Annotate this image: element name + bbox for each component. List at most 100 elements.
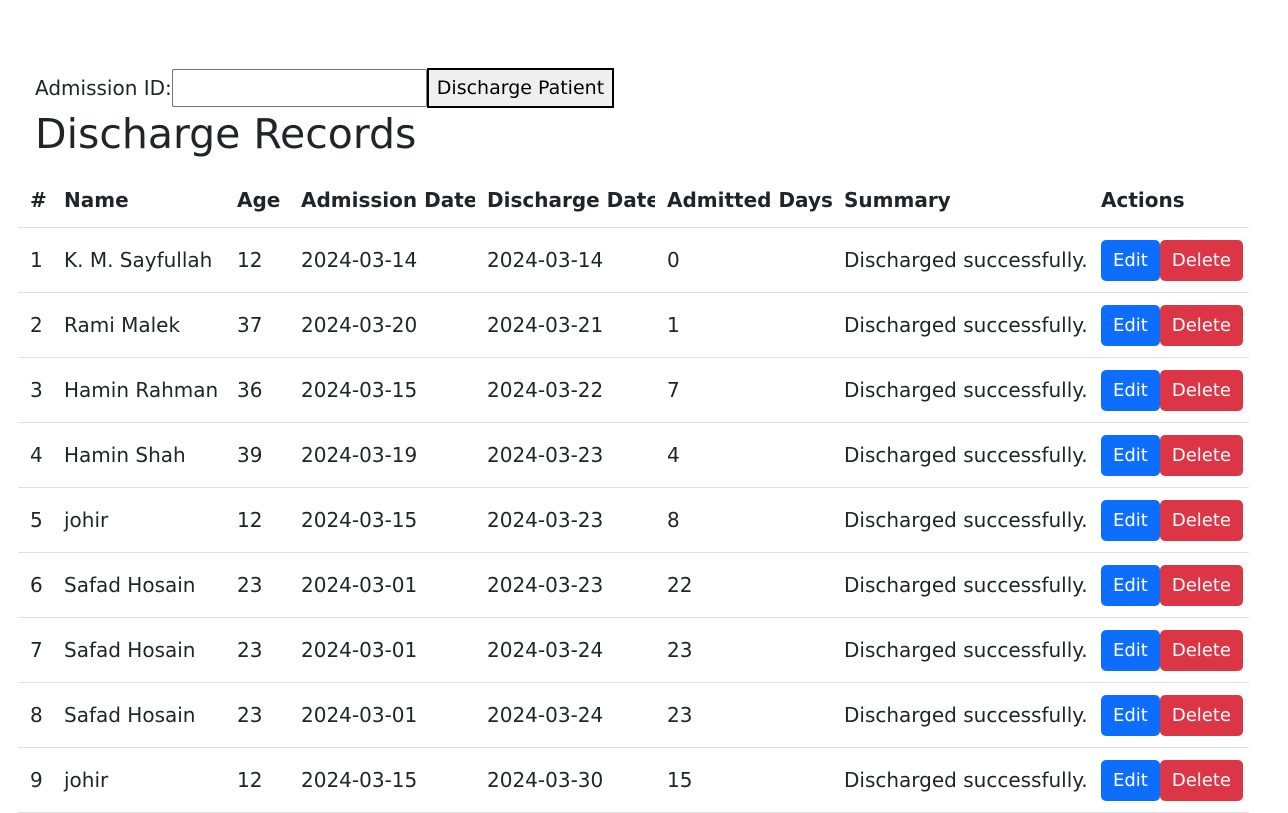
header-discharge-date: Discharge Date bbox=[475, 173, 655, 228]
cell-discharge-date: 2024-03-23 bbox=[475, 487, 655, 553]
cell-discharge-date: 2024-03-22 bbox=[475, 357, 655, 423]
admission-id-label: Admission ID: bbox=[35, 76, 172, 100]
edit-button[interactable]: Edit bbox=[1101, 304, 1160, 346]
cell-name: Rami Malek bbox=[52, 292, 225, 358]
cell-discharge-date: 2024-03-14 bbox=[475, 227, 655, 293]
cell-actions: Edit Delete bbox=[1089, 747, 1249, 813]
cell-actions: Edit Delete bbox=[1089, 227, 1249, 293]
cell-age: 23 bbox=[225, 552, 289, 618]
table-row: 3 Hamin Rahman 36 2024-03-15 2024-03-22 7 Disc… bbox=[18, 357, 1249, 423]
discharge-records-table: # Name Age Admission Date Discharge Date… bbox=[18, 173, 1249, 813]
discharge-patient-button[interactable]: Discharge Patient bbox=[426, 68, 615, 108]
table-row: 8 Safad Hosain 23 2024-03-01 2024-03-24 23 Dis… bbox=[18, 682, 1249, 748]
cell-admission-date: 2024-03-01 bbox=[289, 617, 475, 683]
edit-button[interactable]: Edit bbox=[1101, 694, 1160, 736]
cell-age: 23 bbox=[225, 617, 289, 683]
cell-actions: Edit Delete bbox=[1089, 552, 1249, 618]
delete-button[interactable]: Delete bbox=[1159, 239, 1244, 281]
delete-button[interactable]: Delete bbox=[1159, 629, 1244, 671]
cell-admission-date: 2024-03-15 bbox=[289, 747, 475, 813]
cell-admission-date: 2024-03-15 bbox=[289, 487, 475, 553]
cell-index: 1 bbox=[18, 227, 52, 293]
cell-actions: Edit Delete bbox=[1089, 422, 1249, 488]
cell-admission-date: 2024-03-19 bbox=[289, 422, 475, 488]
cell-age: 36 bbox=[225, 357, 289, 423]
cell-admission-date: 2024-03-14 bbox=[289, 227, 475, 293]
cell-discharge-date: 2024-03-30 bbox=[475, 747, 655, 813]
header-index: # bbox=[18, 173, 52, 228]
cell-index: 5 bbox=[18, 487, 52, 553]
cell-admitted-days: 8 bbox=[655, 487, 832, 553]
cell-name: Safad Hosain bbox=[52, 552, 225, 618]
table-row: 6 Safad Hosain 23 2024-03-01 2024-03-23 22 Dis… bbox=[18, 552, 1249, 618]
delete-button[interactable]: Delete bbox=[1159, 499, 1244, 541]
delete-button[interactable]: Delete bbox=[1159, 304, 1244, 346]
cell-admission-date: 2024-03-20 bbox=[289, 292, 475, 358]
cell-discharge-date: 2024-03-23 bbox=[475, 422, 655, 488]
header-name: Name bbox=[52, 173, 225, 228]
cell-admitted-days: 7 bbox=[655, 357, 832, 423]
cell-admission-date: 2024-03-01 bbox=[289, 682, 475, 748]
header-age: Age bbox=[225, 173, 289, 228]
cell-age: 12 bbox=[225, 227, 289, 293]
cell-name: Safad Hosain bbox=[52, 617, 225, 683]
cell-discharge-date: 2024-03-23 bbox=[475, 552, 655, 618]
cell-name: K. M. Sayfullah bbox=[52, 227, 225, 293]
delete-button[interactable]: Delete bbox=[1159, 369, 1244, 411]
delete-button[interactable]: Delete bbox=[1159, 759, 1244, 801]
cell-index: 8 bbox=[18, 682, 52, 748]
cell-summary: Discharged successfully. bbox=[832, 227, 1089, 293]
cell-summary: Discharged successfully. bbox=[832, 292, 1089, 358]
cell-age: 23 bbox=[225, 682, 289, 748]
cell-admission-date: 2024-03-15 bbox=[289, 357, 475, 423]
cell-name: Safad Hosain bbox=[52, 682, 225, 748]
edit-button[interactable]: Edit bbox=[1101, 759, 1160, 801]
delete-button[interactable]: Delete bbox=[1159, 694, 1244, 736]
cell-summary: Discharged successfully. bbox=[832, 357, 1089, 423]
header-admission-date: Admission Date bbox=[289, 173, 475, 228]
delete-button[interactable]: Delete bbox=[1159, 434, 1244, 476]
cell-summary: Discharged successfully. bbox=[832, 617, 1089, 683]
table-row: 9 johir 12 2024-03-15 2024-03-30 15 Discharged… bbox=[18, 747, 1249, 813]
header-actions: Actions bbox=[1089, 173, 1249, 228]
edit-button[interactable]: Edit bbox=[1101, 499, 1160, 541]
cell-admitted-days: 23 bbox=[655, 617, 832, 683]
discharge-form: Admission ID: Discharge Patient bbox=[35, 68, 615, 108]
delete-button[interactable]: Delete bbox=[1159, 564, 1244, 606]
cell-admitted-days: 1 bbox=[655, 292, 832, 358]
cell-admission-date: 2024-03-01 bbox=[289, 552, 475, 618]
cell-admitted-days: 4 bbox=[655, 422, 832, 488]
table-row: 7 Safad Hosain 23 2024-03-01 2024-03-24 23 Dis… bbox=[18, 617, 1249, 683]
cell-name: Hamin Rahman bbox=[52, 357, 225, 423]
cell-actions: Edit Delete bbox=[1089, 487, 1249, 553]
cell-name: Hamin Shah bbox=[52, 422, 225, 488]
cell-name: johir bbox=[52, 487, 225, 553]
table-row: 2 Rami Malek 37 2024-03-20 2024-03-21 1 Discha… bbox=[18, 292, 1249, 358]
cell-actions: Edit Delete bbox=[1089, 617, 1249, 683]
table-row: 5 johir 12 2024-03-15 2024-03-23 8 Discharged … bbox=[18, 487, 1249, 553]
cell-index: 3 bbox=[18, 357, 52, 423]
cell-index: 6 bbox=[18, 552, 52, 618]
cell-index: 9 bbox=[18, 747, 52, 813]
cell-discharge-date: 2024-03-24 bbox=[475, 617, 655, 683]
edit-button[interactable]: Edit bbox=[1101, 369, 1160, 411]
cell-actions: Edit Delete bbox=[1089, 357, 1249, 423]
table-header-row: # Name Age Admission Date Discharge Date… bbox=[18, 173, 1249, 228]
cell-admitted-days: 15 bbox=[655, 747, 832, 813]
table-row: 1 K. M. Sayfullah 12 2024-03-14 2024-03-14 0 D… bbox=[18, 227, 1249, 293]
admission-id-input[interactable] bbox=[171, 69, 427, 107]
cell-summary: Discharged successfully. bbox=[832, 487, 1089, 553]
cell-actions: Edit Delete bbox=[1089, 292, 1249, 358]
cell-admitted-days: 22 bbox=[655, 552, 832, 618]
cell-admitted-days: 23 bbox=[655, 682, 832, 748]
table-body: 1 K. M. Sayfullah 12 2024-03-14 2024-03-14 0 D… bbox=[18, 227, 1249, 813]
cell-discharge-date: 2024-03-24 bbox=[475, 682, 655, 748]
edit-button[interactable]: Edit bbox=[1101, 434, 1160, 476]
page-title: Discharge Records bbox=[35, 110, 417, 158]
edit-button[interactable]: Edit bbox=[1101, 564, 1160, 606]
cell-age: 39 bbox=[225, 422, 289, 488]
edit-button[interactable]: Edit bbox=[1101, 629, 1160, 671]
cell-summary: Discharged successfully. bbox=[832, 422, 1089, 488]
cell-actions: Edit Delete bbox=[1089, 682, 1249, 748]
edit-button[interactable]: Edit bbox=[1101, 239, 1160, 281]
